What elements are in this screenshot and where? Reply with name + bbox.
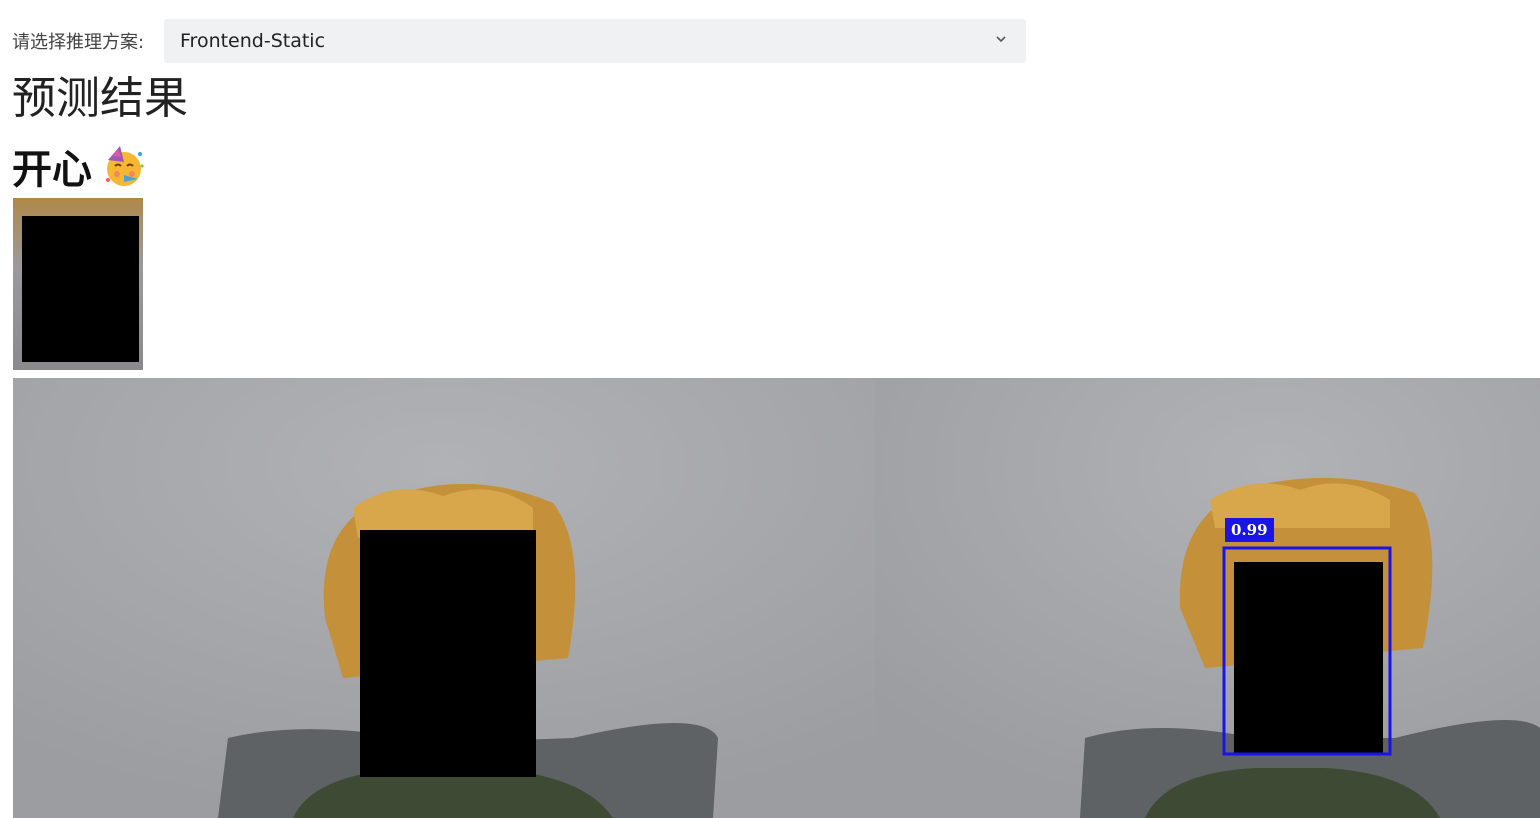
detection-score-label: 0.99: [1225, 518, 1274, 542]
party-face-icon: [106, 146, 144, 186]
result-heading: 预测结果: [12, 73, 188, 124]
redaction-box: [22, 216, 139, 362]
chevron-down-icon: [996, 36, 1006, 43]
camera-frame-detected: 0.99: [875, 378, 1540, 818]
scheme-select[interactable]: Frontend-Static: [164, 19, 1026, 63]
scheme-select-value: Frontend-Static: [180, 30, 326, 52]
emotion-result: 开心: [12, 138, 146, 194]
scheme-selector-label: 请选择推理方案:: [12, 31, 145, 53]
scheme-selector-row: 请选择推理方案:: [12, 18, 162, 63]
face-crop-thumbnail: [13, 198, 143, 370]
camera-frame-original: [13, 378, 875, 818]
camera-frames: 0.99: [13, 378, 1540, 818]
emotion-label: 开心: [12, 147, 92, 193]
